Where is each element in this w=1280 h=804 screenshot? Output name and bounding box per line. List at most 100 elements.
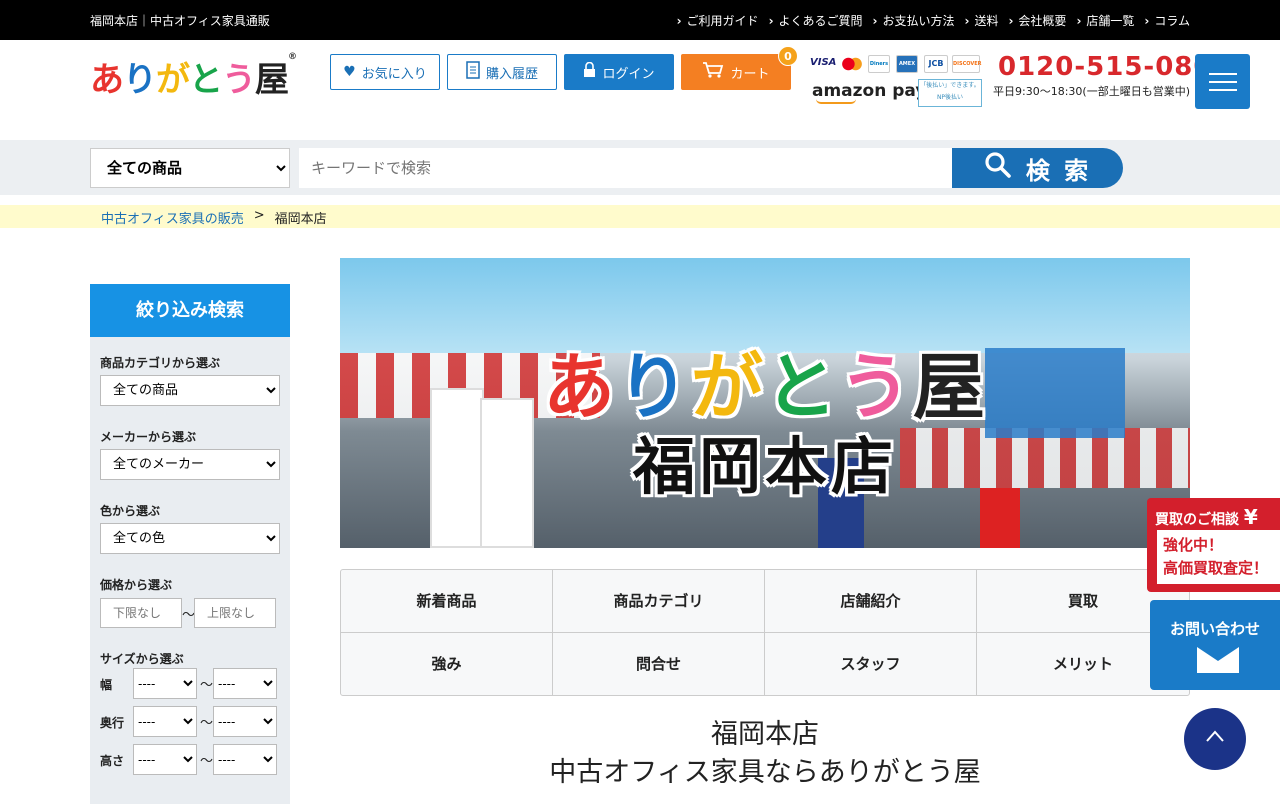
favorites-button[interactable]: ♥ お気に入り [330, 54, 440, 90]
heart-icon: ♥ [343, 64, 356, 80]
breadcrumb: 中古オフィス家具の販売 > 福岡本店 [0, 205, 1280, 228]
nav-column[interactable]: コラム [1144, 12, 1190, 29]
size-width-label: 幅 [100, 678, 113, 692]
size-filter-label: サイズから選ぶ [100, 652, 184, 666]
width-min-select[interactable]: ---- [133, 668, 197, 699]
logo-char: 屋 [255, 60, 289, 100]
color-filter-select[interactable]: 全ての色 [100, 523, 280, 554]
top-bar: 福岡本店｜中古オフィス家具通販 ご利用ガイド よくあるご質問 お支払い方法 送料… [0, 0, 1280, 40]
maker-filter-label: メーカーから選ぶ [100, 430, 197, 444]
price-filter-label: 価格から選ぶ [100, 578, 173, 592]
breadcrumb-current: 福岡本店 [274, 212, 327, 227]
top-nav: ご利用ガイド よくあるご質問 お支払い方法 送料 会社概要 店舗一覧 コラム [677, 12, 1190, 29]
search-button-label: 検 索 [1025, 156, 1092, 185]
nav-guide[interactable]: ご利用ガイド [677, 12, 759, 29]
depth-min-select[interactable]: ---- [133, 706, 197, 737]
payment-methods: VISA MC Diners AMEX JCB DISCOVER amazon … [810, 55, 982, 109]
cart-button[interactable]: カート [681, 54, 791, 90]
height-min-select[interactable]: ---- [133, 744, 197, 775]
search-button[interactable]: 検 索 [952, 148, 1123, 188]
purchase-history-button[interactable]: 購入履歴 [447, 54, 557, 90]
registered-mark: ® [288, 52, 297, 62]
breadcrumb-separator: > [253, 208, 265, 223]
amex-logo: AMEX [896, 55, 918, 73]
chevron-up-icon [1204, 726, 1226, 752]
diners-logo: Diners [868, 55, 890, 73]
filter-title: 絞り込み検索 [90, 284, 290, 337]
login-label: ログイン [602, 66, 655, 82]
price-max-input[interactable] [194, 598, 276, 628]
jcb-logo: JCB [924, 55, 948, 73]
contact-widget[interactable]: お問い合わせ [1150, 600, 1280, 690]
cart-label: カート [730, 66, 770, 82]
visa-logo: VISA [810, 55, 836, 73]
category-filter-label: 商品カテゴリから選ぶ [100, 356, 221, 370]
logo-char: と [189, 60, 223, 100]
store-section-nav: 新着商品 商品カテゴリ 店舗紹介 買取 強み 問合せ スタッフ メリット [340, 569, 1190, 696]
buyback-title: 買取のご相談 ¥ [1155, 505, 1258, 529]
maker-filter-select[interactable]: 全てのメーカー [100, 449, 280, 480]
size-height-label: 高さ [100, 754, 125, 768]
site-tagline: 福岡本店｜中古オフィス家具通販 [90, 14, 270, 28]
breadcrumb-home[interactable]: 中古オフィス家具の販売 [101, 208, 244, 227]
site-logo[interactable]: ありがとう屋® [90, 52, 297, 101]
category-filter-select[interactable]: 全ての商品 [100, 375, 280, 406]
keyword-search-input[interactable] [299, 148, 953, 188]
section-link-contact[interactable]: 問合せ [553, 632, 765, 695]
business-hours: 平日9:30〜18:30(一部土曜日も営業中) [993, 85, 1190, 98]
document-icon [466, 61, 480, 83]
depth-max-select[interactable]: ---- [213, 706, 277, 737]
buyback-line1: 強化中！ [1163, 536, 1224, 554]
nav-shipping[interactable]: 送料 [965, 12, 998, 29]
height-max-select[interactable]: ---- [213, 744, 277, 775]
store-hero-image: ありがとう屋 福岡本店 [340, 258, 1190, 548]
section-link-store-intro[interactable]: 店舗紹介 [765, 570, 977, 633]
hero-store-name: 福岡本店 [632, 430, 897, 503]
section-link-staff[interactable]: スタッフ [765, 632, 977, 695]
size-tilde: 〜 [200, 716, 214, 731]
envelope-icon [1197, 647, 1239, 673]
mastercard-logo: MC [840, 55, 864, 73]
section-link-categories[interactable]: 商品カテゴリ [553, 570, 765, 633]
search-icon [984, 151, 1012, 185]
buyback-promo: 強化中！ 高価買取査定！ [1157, 530, 1280, 584]
contact-label: お問い合わせ [1169, 620, 1260, 638]
buyback-line2: 高価買取査定！ [1163, 559, 1269, 577]
np-atobarai-badge: 「後払い」できます。 NP後払い [918, 79, 982, 107]
section-link-new-arrivals[interactable]: 新着商品 [341, 570, 553, 633]
amazon-pay-logo: amazon pay [812, 81, 927, 104]
cart-count-badge: 0 [778, 46, 798, 66]
favorites-label: お気に入り [361, 66, 427, 82]
logo-char: り [123, 60, 157, 100]
discover-logo: DISCOVER [952, 55, 982, 73]
page-title: 福岡本店 中古オフィス家具ならありがとう屋 [340, 716, 1190, 792]
search-category-select[interactable]: 全ての商品 [90, 148, 290, 188]
logo-char: が [156, 60, 190, 100]
color-filter-label: 色から選ぶ [100, 504, 161, 518]
buyback-consult-widget[interactable]: 買取のご相談 ¥ 強化中！ 高価買取査定！ [1147, 498, 1280, 592]
size-tilde: 〜 [200, 754, 214, 769]
logo-char: う [222, 60, 256, 100]
menu-line [1209, 89, 1237, 91]
lock-icon [583, 61, 596, 82]
menu-line [1209, 81, 1237, 83]
login-button[interactable]: ログイン [564, 54, 674, 90]
nav-payment[interactable]: お支払い方法 [873, 12, 954, 29]
back-to-top-button[interactable] [1184, 708, 1246, 770]
logo-char: あ [90, 60, 124, 100]
yen-icon: ¥ [1243, 505, 1258, 529]
filter-sidebar: 絞り込み検索 商品カテゴリから選ぶ 全ての商品 メーカーから選ぶ 全てのメーカー… [90, 284, 290, 804]
size-depth-label: 奥行 [100, 716, 125, 730]
price-min-input[interactable] [100, 598, 182, 628]
nav-stores[interactable]: 店舗一覧 [1076, 12, 1134, 29]
cart-icon [702, 62, 724, 82]
nav-company[interactable]: 会社概要 [1008, 12, 1066, 29]
size-tilde: 〜 [200, 678, 214, 693]
page-title-line2: 中古オフィス家具ならありがとう屋 [549, 757, 981, 788]
section-link-strengths[interactable]: 強み [341, 632, 553, 695]
width-max-select[interactable]: ---- [213, 668, 277, 699]
phone-number[interactable]: 0120-515-080 [998, 52, 1213, 82]
hamburger-menu-button[interactable] [1195, 54, 1250, 109]
nav-faq[interactable]: よくあるご質問 [769, 12, 863, 29]
buyback-title-text: 買取のご相談 [1155, 512, 1239, 528]
